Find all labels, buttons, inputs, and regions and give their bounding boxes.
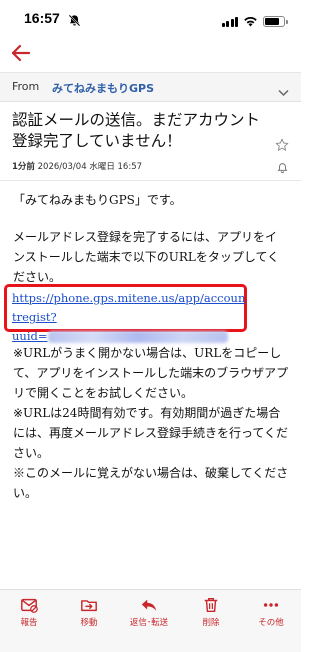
move-button[interactable]: 移動: [64, 596, 114, 628]
note-ignore: ※このメールに覚えがない場合は、破棄してください。: [13, 466, 289, 500]
email-meta: 1分前 2026/03/04 水曜日 16:57: [12, 160, 142, 172]
received-ago: 1分前: [12, 162, 35, 172]
body-instruction: メールアドレス登録を完了するには、アプリをインストールした端末で以下のURLをタ…: [13, 230, 280, 284]
link-uuid-label[interactable]: uuid=: [12, 329, 48, 343]
report-button[interactable]: 報告: [4, 596, 54, 628]
note-url-fallback: ※URLがうまく開かない場合は、URLをコピーして、アプリをインストールした端末…: [13, 346, 289, 400]
trash-icon: [186, 596, 236, 614]
reply-icon: [124, 596, 174, 614]
bottom-toolbar: 報告 移動 返信･転送 削除 その他: [0, 589, 301, 652]
email-subject: 認証メールの送信。まだアカウント登録完了していません！: [12, 111, 261, 150]
body-notes: ※URLがうまく開かない場合は、URLをコピーして、アプリをインストールした端末…: [13, 343, 291, 503]
battery-icon: [263, 16, 288, 27]
more-label: その他: [258, 618, 284, 628]
wifi-icon: [243, 12, 258, 31]
delete-label: 削除: [202, 618, 220, 628]
report-icon: [4, 596, 54, 614]
header-divider: [0, 180, 301, 181]
chevron-down-icon[interactable]: [278, 82, 289, 101]
sender-row[interactable]: From みてねみまもりGPS: [0, 73, 301, 102]
note-validity: ※URLは24時間有効です。有効期間が過ぎた場合には、再度メールアドレス登録手続…: [13, 406, 289, 460]
navigation-bar: [0, 36, 301, 73]
report-label: 報告: [20, 618, 38, 628]
more-button[interactable]: その他: [246, 596, 296, 628]
bell-icon[interactable]: [277, 159, 288, 178]
sender-name[interactable]: みてねみまもりGPS: [52, 80, 154, 96]
move-label: 移動: [80, 618, 98, 628]
bell-slash-icon: [68, 12, 81, 31]
reply-label: 返信･転送: [129, 618, 169, 628]
back-arrow-icon[interactable]: [10, 42, 32, 68]
registration-link[interactable]: https://phone.gps.mitene.us/app/accountr…: [12, 289, 246, 346]
received-datetime: 2026/03/04 水曜日 16:57: [37, 162, 143, 172]
more-dots-icon: [246, 596, 296, 614]
status-bar: 16:57: [0, 0, 301, 36]
body-greeting: 「みてねみまもりGPS」です。: [13, 193, 182, 207]
cellular-signal-icon: [221, 16, 238, 27]
star-icon[interactable]: [275, 137, 289, 156]
link-url[interactable]: https://phone.gps.mitene.us/app/accountr…: [12, 291, 245, 324]
redacted-uuid: [47, 331, 228, 343]
status-time: 16:57: [24, 10, 60, 26]
delete-button[interactable]: 削除: [186, 596, 236, 628]
reply-forward-button[interactable]: 返信･転送: [124, 596, 174, 628]
folder-move-icon: [64, 596, 114, 614]
from-label: From: [12, 80, 40, 93]
